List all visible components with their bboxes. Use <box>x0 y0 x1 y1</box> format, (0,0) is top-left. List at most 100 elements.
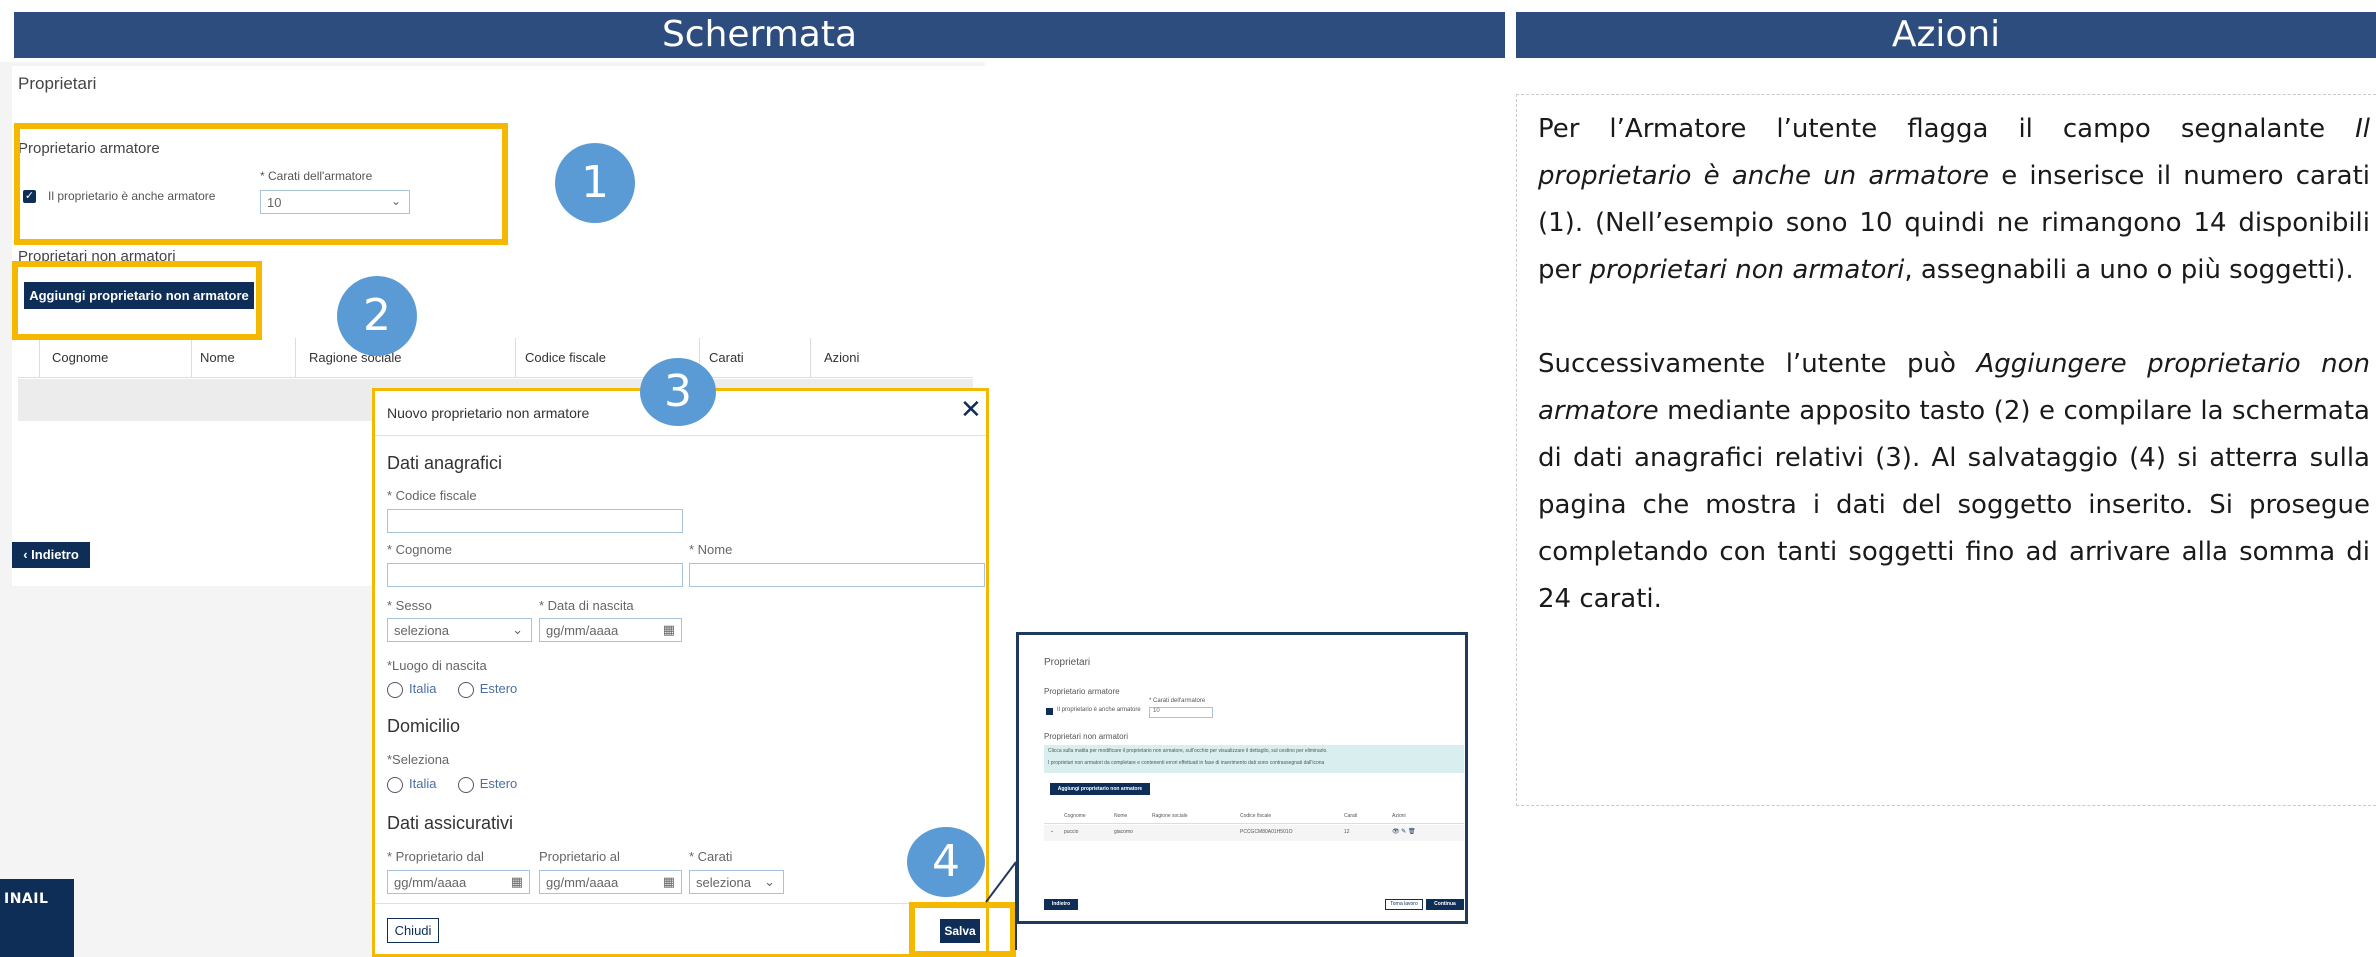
chevron-down-icon: ⌄ <box>512 622 523 637</box>
cognome-label: * Cognome <box>387 542 453 557</box>
italia-label: Italia <box>409 681 437 696</box>
proprietario-al-label: Proprietario al <box>539 849 620 864</box>
estero-label: Estero <box>479 681 518 696</box>
codice-fiscale-input[interactable] <box>387 509 683 533</box>
data-nascita-label: * Data di nascita <box>539 598 634 613</box>
codice-fiscale-label: * Codice fiscale <box>387 488 477 503</box>
chevron-left-icon: ‹ <box>23 547 32 562</box>
col-codice-fiscale: Codice fiscale <box>525 350 606 365</box>
domicilio-estero-label: Estero <box>479 776 518 791</box>
result-thumbnail: Proprietari Proprietario armatore Il pro… <box>1016 632 1468 924</box>
thumb-carati-select: 10 <box>1149 707 1213 718</box>
domicilio-italia-label: Italia <box>409 776 437 791</box>
close-icon[interactable]: ✕ <box>960 395 982 425</box>
proprietario-al-input[interactable]: gg/mm/aaaa ▦ <box>539 870 682 894</box>
back-button[interactable]: ‹ Indietro <box>12 542 90 568</box>
marker-1: 1 <box>555 143 635 223</box>
highlight-box-2 <box>12 261 262 340</box>
thumb-carati-value: 10 <box>1153 708 1160 714</box>
date-placeholder: gg/mm/aaaa <box>546 875 619 890</box>
nome-input[interactable] <box>689 563 985 587</box>
chiudi-button[interactable]: Chiudi <box>387 918 439 943</box>
new-owner-modal: Nuovo proprietario non armatore ✕ Dati a… <box>372 388 989 957</box>
thumb-col-azioni: Azioni <box>1392 813 1406 819</box>
thumb-col-codice: Codice fiscale <box>1240 813 1272 819</box>
thumb-row-actions-icons: 👁 ✎ 🗑 <box>1392 829 1416 835</box>
nome-label: * Nome <box>689 542 733 557</box>
thumb-checkbox <box>1046 708 1053 715</box>
thumb-col-carati: Carati <box>1344 813 1358 819</box>
thumb-info-box: Clicca sulla matita per modificare il pr… <box>1044 745 1464 773</box>
p2-text-a: Successivamente l’utente può <box>1538 349 1977 379</box>
thumb-expand-icon: ⌄ <box>1050 828 1055 834</box>
domicilio-radios: Italia Estero <box>387 776 517 793</box>
marker-3: 3 <box>640 358 716 426</box>
radio-domicilio-estero[interactable] <box>457 776 474 793</box>
inail-logo: INAIL <box>0 879 74 957</box>
screen-header: Schermata <box>14 12 1505 58</box>
thumb-col-cognome: Cognome <box>1064 813 1086 819</box>
thumb-info-line1: Clicca sulla matita per modificare il pr… <box>1048 748 1328 754</box>
col-nome: Nome <box>200 350 235 365</box>
p1-emphasis-2: proprietari non armatori <box>1589 255 1905 285</box>
radio-italia[interactable] <box>387 681 403 698</box>
thumb-title: Proprietari <box>1044 657 1091 668</box>
section-dati-anagrafici: Dati anagrafici <box>387 453 503 473</box>
marker-4: 4 <box>907 827 985 897</box>
actions-paragraph-1: Per l’Armatore l’utente flagga il campo … <box>1538 106 2370 294</box>
thumb-add-button: Aggiungi proprietario non armatore <box>1050 783 1150 795</box>
calendar-icon[interactable]: ▦ <box>663 874 675 890</box>
thumb-row-carati: 12 <box>1344 829 1350 835</box>
expand-column <box>18 338 40 378</box>
col-azioni: Azioni <box>824 350 860 365</box>
thumb-back-button: Indietro <box>1044 899 1078 910</box>
p1-text-c: , assegnabili a uno o più soggetti). <box>1904 255 2354 285</box>
thumb-col-nome: Nome <box>1114 813 1128 819</box>
cognome-input[interactable] <box>387 563 683 587</box>
thumb-row-codice: PCCGCM80A01H501O <box>1240 829 1293 835</box>
section-dati-assicurativi: Dati assicurativi <box>387 813 514 833</box>
actions-header: Azioni <box>1516 12 2376 58</box>
radio-estero[interactable] <box>457 681 474 698</box>
highlight-box-1 <box>14 123 508 245</box>
sesso-select[interactable]: seleziona ⌄ <box>387 618 532 642</box>
data-nascita-input[interactable]: gg/mm/aaaa ▦ <box>539 618 682 642</box>
thumb-non-armatori-section: Proprietari non armatori <box>1044 732 1129 741</box>
actions-panel: Per l’Armatore l’utente flagga il campo … <box>1516 94 2376 806</box>
thumb-continua-button: Continua <box>1426 899 1464 910</box>
carati-label: * Carati <box>689 849 733 864</box>
thumb-info-line2: I proprietari non armatori da completare… <box>1048 760 1325 766</box>
back-button-label: Indietro <box>31 547 79 562</box>
modal-title: Nuovo proprietario non armatore <box>387 405 590 421</box>
radio-domicilio-italia[interactable] <box>387 776 403 793</box>
proprietario-dal-label: * Proprietario dal <box>387 849 484 864</box>
col-carati: Carati <box>709 350 744 365</box>
thumb-armatore-section: Proprietario armatore <box>1044 687 1120 696</box>
date-placeholder: gg/mm/aaaa <box>394 875 467 890</box>
thumb-carati-label: * Carati dell'armatore <box>1149 698 1206 704</box>
date-placeholder: gg/mm/aaaa <box>546 623 619 638</box>
chevron-down-icon: ⌄ <box>764 874 775 889</box>
actions-paragraph-2: Successivamente l’utente può Aggiungere … <box>1538 341 2370 623</box>
thumb-table-row: ⌄ puccio giacomo PCCGCM80A01H501O 12 👁 ✎… <box>1044 825 1464 841</box>
thumb-col-ragione: Ragione sociale <box>1152 813 1188 819</box>
calendar-icon[interactable]: ▦ <box>511 874 523 890</box>
logo-text: INAIL <box>4 891 49 907</box>
owners-table-header: Cognome Nome Ragione sociale Codice fisc… <box>18 338 973 378</box>
section-domicilio: Domicilio <box>387 716 461 736</box>
carati-select[interactable]: seleziona ⌄ <box>689 870 784 894</box>
thumb-checkbox-label: Il proprietario è anche armatore <box>1057 707 1141 713</box>
p1-text-a: Per l’Armatore l’utente flagga il campo … <box>1538 114 2356 144</box>
proprietario-dal-input[interactable]: gg/mm/aaaa ▦ <box>387 870 530 894</box>
luogo-nascita-label: *Luogo di nascita <box>387 658 487 673</box>
connector-line <box>985 861 1017 950</box>
sesso-label: * Sesso <box>387 598 432 613</box>
marker-2: 2 <box>337 276 417 356</box>
calendar-icon[interactable]: ▦ <box>663 622 675 638</box>
page-title: Proprietari <box>18 74 97 93</box>
thumb-row-nome: giacomo <box>1114 829 1133 835</box>
thumb-torna-button: Torna lavoro <box>1385 899 1423 910</box>
thumb-table-header: Cognome Nome Ragione sociale Codice fisc… <box>1044 810 1464 824</box>
carati-select-value: seleziona <box>696 875 751 890</box>
luogo-nascita-radios: Italia Estero <box>387 681 517 698</box>
